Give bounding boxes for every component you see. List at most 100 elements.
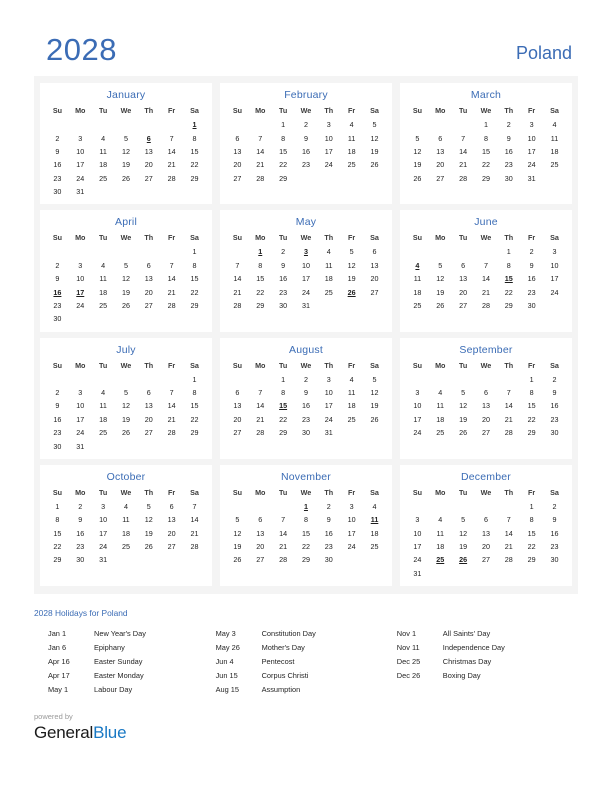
- day-cell[interactable]: 9: [295, 131, 318, 144]
- day-cell[interactable]: 27: [452, 299, 475, 312]
- day-cell[interactable]: 20: [249, 540, 272, 553]
- day-cell[interactable]: 28: [475, 299, 498, 312]
- day-cell[interactable]: 28: [160, 172, 183, 185]
- day-cell-holiday[interactable]: 15: [272, 399, 295, 412]
- day-cell[interactable]: 11: [317, 259, 340, 272]
- day-cell[interactable]: 10: [69, 272, 92, 285]
- day-cell[interactable]: 22: [497, 285, 520, 298]
- day-cell[interactable]: 3: [543, 245, 566, 258]
- day-cell[interactable]: 4: [92, 131, 115, 144]
- day-cell[interactable]: 16: [295, 399, 318, 412]
- day-cell[interactable]: 31: [406, 567, 429, 580]
- day-cell[interactable]: 14: [226, 272, 249, 285]
- day-cell[interactable]: 5: [363, 118, 386, 131]
- day-cell[interactable]: 24: [69, 299, 92, 312]
- day-cell[interactable]: 29: [183, 172, 206, 185]
- day-cell[interactable]: 17: [340, 527, 363, 540]
- day-cell[interactable]: 5: [137, 500, 160, 513]
- day-cell[interactable]: 17: [92, 527, 115, 540]
- day-cell[interactable]: 15: [183, 272, 206, 285]
- day-cell[interactable]: 25: [406, 299, 429, 312]
- day-cell[interactable]: 9: [272, 259, 295, 272]
- day-cell[interactable]: 12: [115, 399, 138, 412]
- day-cell[interactable]: 12: [452, 399, 475, 412]
- day-cell[interactable]: 4: [363, 500, 386, 513]
- day-cell[interactable]: 12: [115, 272, 138, 285]
- day-cell[interactable]: 23: [295, 413, 318, 426]
- day-cell[interactable]: 5: [340, 245, 363, 258]
- day-cell[interactable]: 18: [92, 285, 115, 298]
- day-cell[interactable]: 29: [183, 299, 206, 312]
- day-cell[interactable]: 18: [340, 145, 363, 158]
- day-cell[interactable]: 5: [363, 373, 386, 386]
- day-cell[interactable]: 13: [137, 145, 160, 158]
- day-cell[interactable]: 17: [406, 413, 429, 426]
- day-cell[interactable]: 28: [497, 553, 520, 566]
- day-cell[interactable]: 24: [69, 426, 92, 439]
- day-cell[interactable]: 23: [46, 426, 69, 439]
- day-cell[interactable]: 14: [475, 272, 498, 285]
- day-cell[interactable]: 12: [363, 386, 386, 399]
- day-cell[interactable]: 20: [160, 527, 183, 540]
- day-cell[interactable]: 14: [160, 399, 183, 412]
- day-cell[interactable]: 29: [295, 553, 318, 566]
- day-cell[interactable]: 23: [543, 540, 566, 553]
- day-cell[interactable]: 20: [475, 413, 498, 426]
- day-cell-holiday[interactable]: 1: [249, 245, 272, 258]
- day-cell[interactable]: 26: [226, 553, 249, 566]
- day-cell[interactable]: 27: [137, 172, 160, 185]
- day-cell[interactable]: 13: [452, 272, 475, 285]
- day-cell[interactable]: 4: [115, 500, 138, 513]
- day-cell[interactable]: 3: [406, 386, 429, 399]
- day-cell[interactable]: 8: [295, 513, 318, 526]
- day-cell[interactable]: 15: [46, 527, 69, 540]
- day-cell[interactable]: 12: [452, 527, 475, 540]
- day-cell[interactable]: 31: [295, 299, 318, 312]
- day-cell[interactable]: 8: [520, 386, 543, 399]
- day-cell[interactable]: 5: [115, 386, 138, 399]
- day-cell[interactable]: 2: [46, 386, 69, 399]
- day-cell[interactable]: 28: [249, 426, 272, 439]
- day-cell[interactable]: 28: [183, 540, 206, 553]
- day-cell[interactable]: 22: [475, 158, 498, 171]
- day-cell[interactable]: 8: [475, 131, 498, 144]
- day-cell[interactable]: 19: [226, 540, 249, 553]
- day-cell[interactable]: 10: [69, 399, 92, 412]
- day-cell[interactable]: 19: [115, 158, 138, 171]
- day-cell[interactable]: 11: [92, 272, 115, 285]
- day-cell[interactable]: 3: [520, 118, 543, 131]
- day-cell[interactable]: 12: [429, 272, 452, 285]
- day-cell[interactable]: 13: [249, 527, 272, 540]
- day-cell[interactable]: 16: [543, 527, 566, 540]
- day-cell[interactable]: 25: [363, 540, 386, 553]
- day-cell[interactable]: 24: [295, 285, 318, 298]
- day-cell[interactable]: 23: [317, 540, 340, 553]
- day-cell[interactable]: 27: [429, 172, 452, 185]
- day-cell[interactable]: 7: [452, 131, 475, 144]
- day-cell[interactable]: 7: [249, 131, 272, 144]
- day-cell[interactable]: 23: [295, 158, 318, 171]
- day-cell[interactable]: 22: [249, 285, 272, 298]
- day-cell[interactable]: 29: [520, 553, 543, 566]
- day-cell[interactable]: 17: [406, 540, 429, 553]
- day-cell[interactable]: 9: [46, 272, 69, 285]
- day-cell[interactable]: 10: [520, 131, 543, 144]
- day-cell[interactable]: 29: [520, 426, 543, 439]
- day-cell[interactable]: 20: [137, 413, 160, 426]
- day-cell[interactable]: 22: [46, 540, 69, 553]
- day-cell-holiday[interactable]: 15: [497, 272, 520, 285]
- day-cell[interactable]: 30: [46, 439, 69, 452]
- day-cell[interactable]: 22: [183, 285, 206, 298]
- day-cell[interactable]: 19: [115, 285, 138, 298]
- day-cell[interactable]: 1: [520, 500, 543, 513]
- day-cell[interactable]: 12: [137, 513, 160, 526]
- day-cell-holiday[interactable]: 4: [406, 259, 429, 272]
- day-cell[interactable]: 18: [543, 145, 566, 158]
- day-cell[interactable]: 18: [340, 399, 363, 412]
- day-cell[interactable]: 28: [249, 172, 272, 185]
- day-cell-holiday[interactable]: 1: [295, 500, 318, 513]
- day-cell[interactable]: 28: [160, 426, 183, 439]
- day-cell[interactable]: 27: [475, 426, 498, 439]
- day-cell[interactable]: 11: [92, 399, 115, 412]
- day-cell[interactable]: 19: [363, 145, 386, 158]
